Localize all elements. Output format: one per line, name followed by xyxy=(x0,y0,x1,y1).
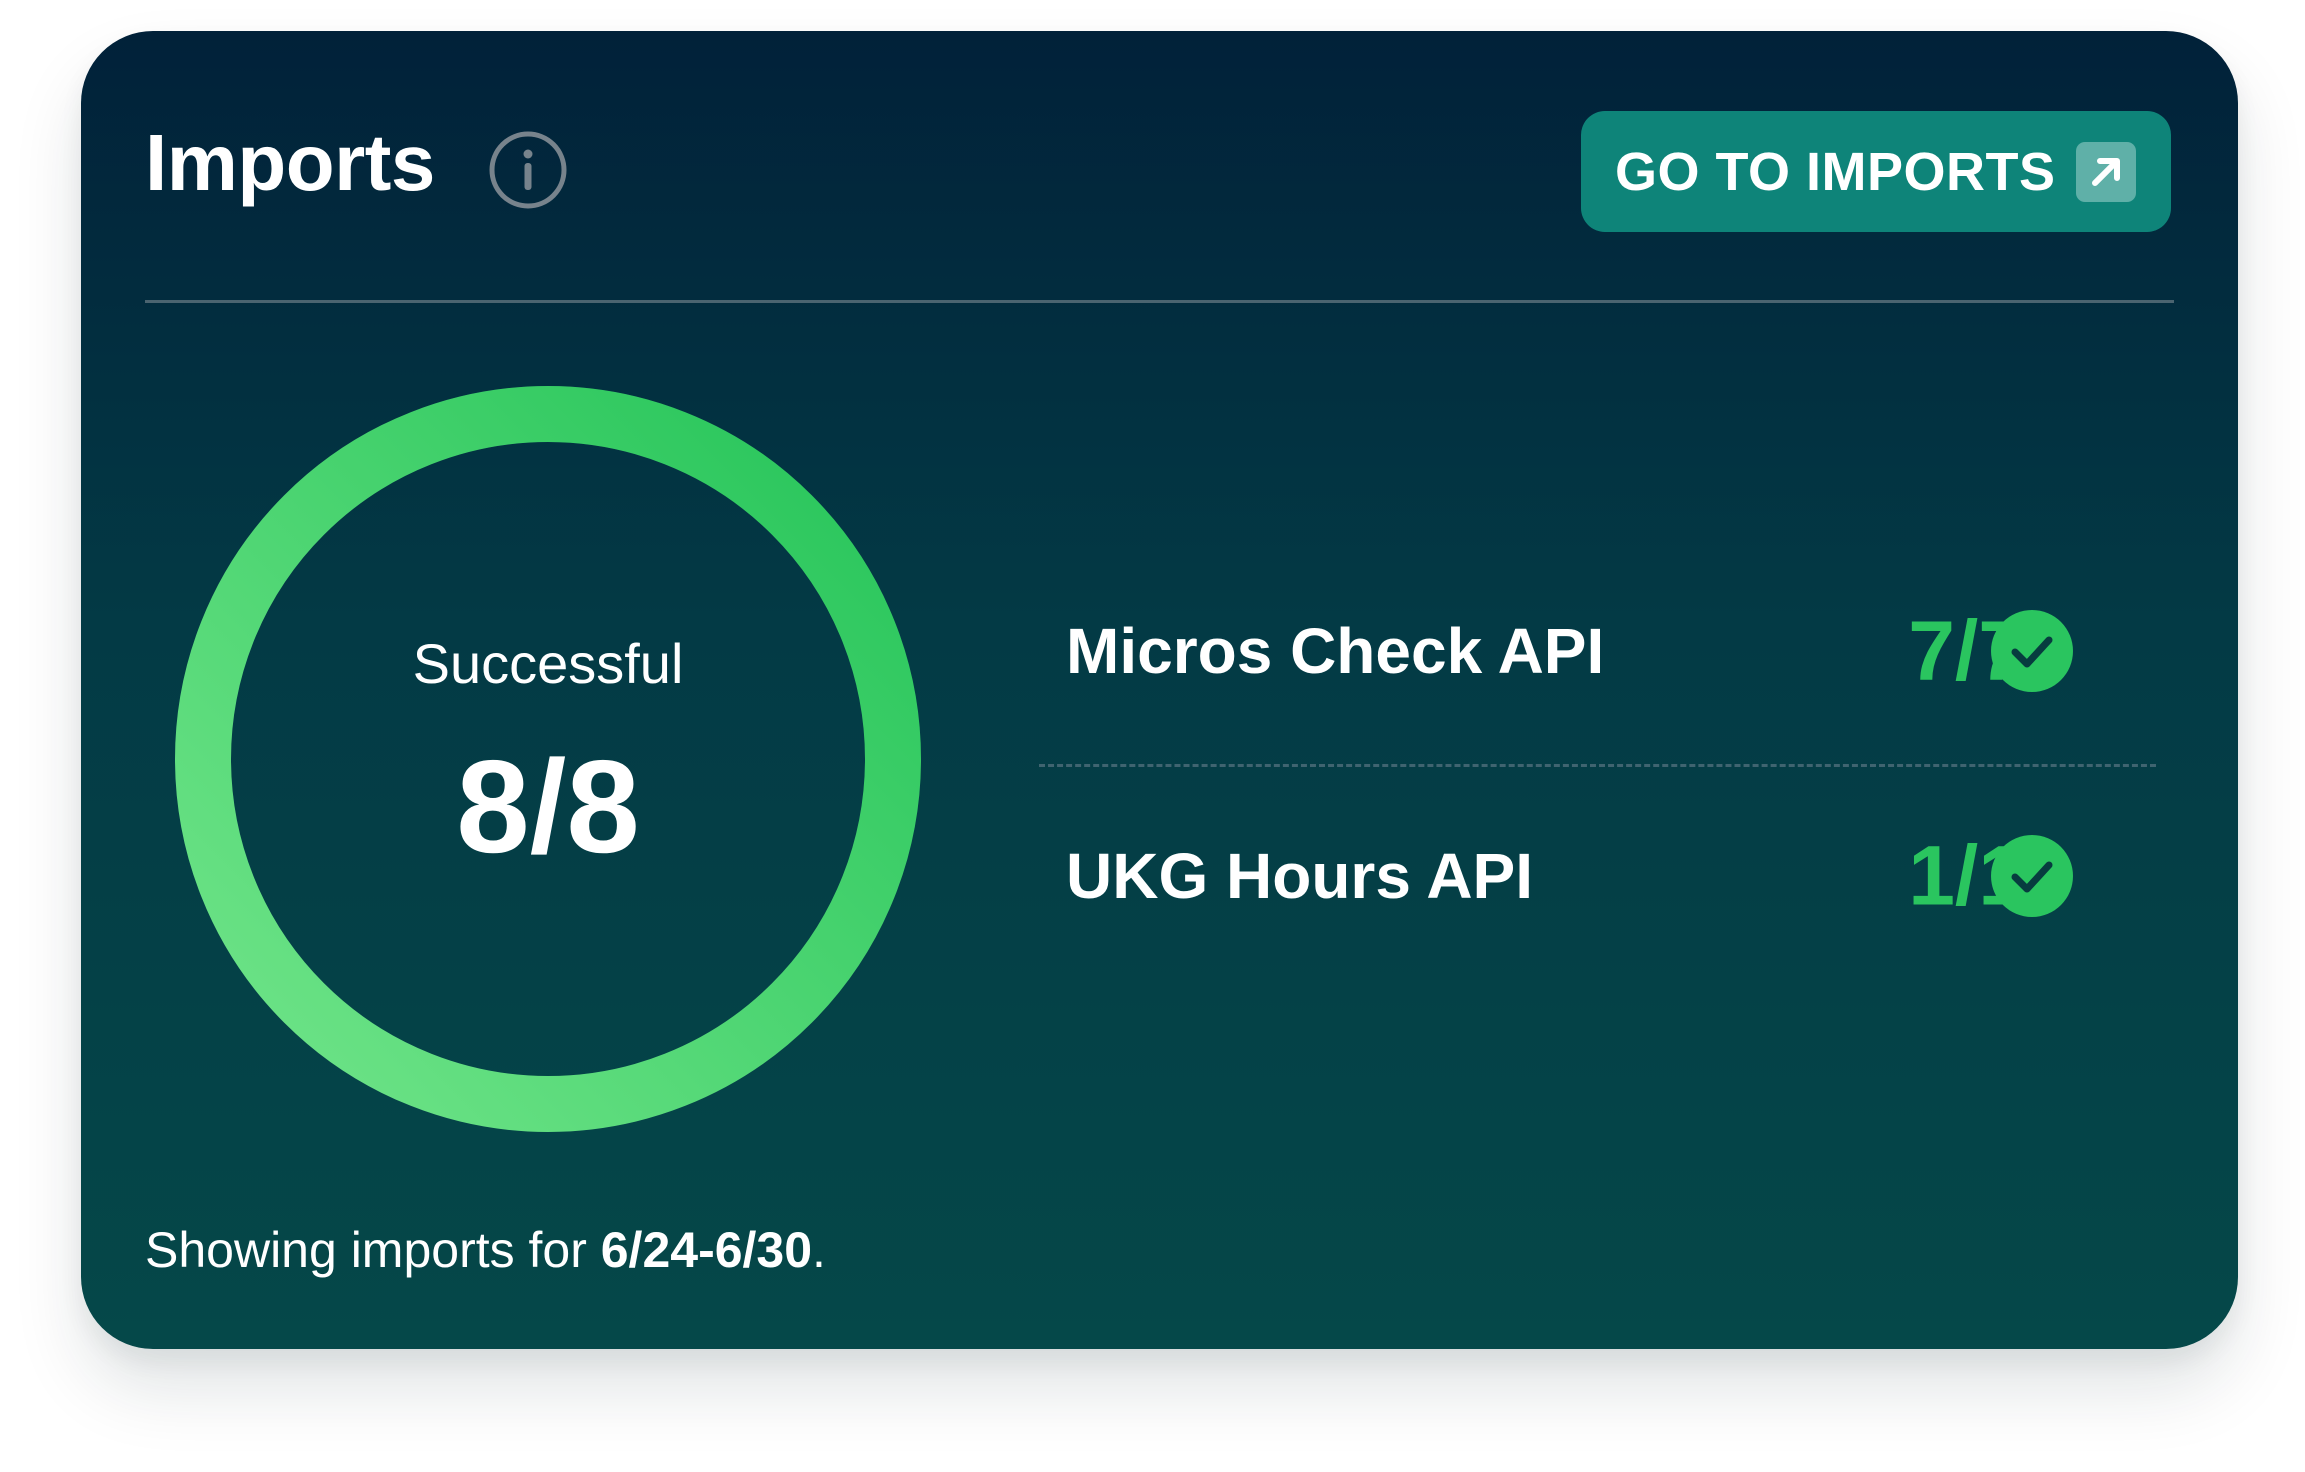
date-range-note: Showing imports for 6/24-6/30. xyxy=(145,1221,826,1279)
go-to-imports-label: GO TO IMPORTS xyxy=(1615,141,2056,202)
footer-date-range: 6/24-6/30 xyxy=(600,1222,813,1278)
info-icon[interactable] xyxy=(488,130,568,210)
check-circle-icon xyxy=(1991,610,2073,692)
check-circle-icon xyxy=(1991,835,2073,917)
success-count: 8/8 xyxy=(456,733,640,880)
row-separator xyxy=(1039,764,2156,767)
header-divider xyxy=(145,300,2174,303)
source-row-micros: Micros Check API 7/7 xyxy=(1066,591,2156,711)
footer-suffix: . xyxy=(812,1222,826,1278)
card-title: Imports xyxy=(145,118,435,207)
success-label: Successful xyxy=(412,632,684,695)
external-link-icon xyxy=(2076,142,2136,202)
source-name: UKG Hours API xyxy=(1066,840,1533,912)
source-name: Micros Check API xyxy=(1066,615,1605,687)
go-to-imports-button[interactable]: GO TO IMPORTS xyxy=(1581,111,2171,232)
source-row-ukg: UKG Hours API 1/1 xyxy=(1066,816,2156,936)
footer-prefix: Showing imports for xyxy=(145,1222,601,1278)
imports-card: Imports GO TO IMPORTS Successful 8/8 Mic… xyxy=(81,31,2238,1349)
